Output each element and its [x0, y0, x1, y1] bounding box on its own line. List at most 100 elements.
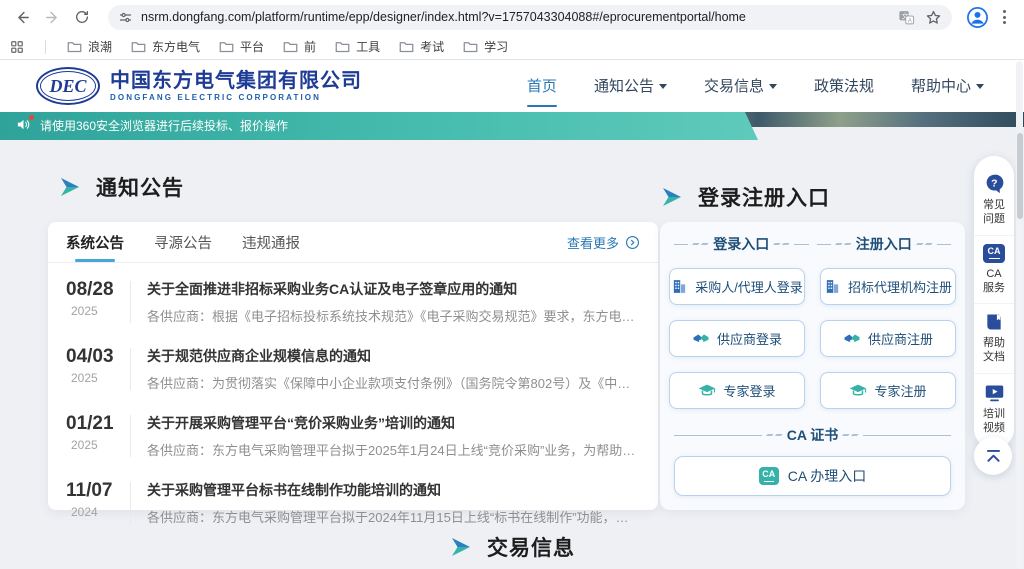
apps-grid-icon[interactable]: [10, 40, 24, 54]
announcement-row[interactable]: 11/07 2024 关于采购管理平台标书在线制作功能培训的通知 各供应商：东方…: [66, 469, 640, 536]
question-bubble-icon: ?: [984, 173, 1005, 194]
browser-chrome: nsrm.dongfang.com/platform/runtime/epp/d…: [0, 0, 1024, 60]
announcement-list: 08/28 2025 关于全面推进非招标采购业务CA认证及电子签章应用的通知 各…: [48, 263, 658, 536]
bookmark-label[interactable]: 工具: [356, 38, 380, 55]
buyer-agent-login-button[interactable]: 采购人/代理人登录: [669, 268, 805, 305]
bookmark-folder[interactable]: 学习: [463, 38, 508, 55]
translate-icon[interactable]: 文A: [898, 9, 915, 26]
nav-label: 交易信息: [704, 75, 764, 96]
arrow-up-icon: [984, 447, 1003, 466]
bookmark-label[interactable]: 学习: [484, 38, 508, 55]
handshake-icon: [692, 330, 710, 348]
nav-help-center[interactable]: 帮助中心: [911, 75, 984, 98]
dropdown-caret-icon: [976, 84, 984, 89]
view-more-link[interactable]: 查看更多: [567, 233, 640, 252]
announcement-title[interactable]: 关于全面推进非招标采购业务CA认证及电子签章应用的通知: [147, 279, 640, 299]
page: nsrm.dongfang.com/platform/runtime/epp/d…: [0, 0, 1024, 569]
announcement-title[interactable]: 关于开展采购管理平台“竞价采购业务”培训的通知: [147, 413, 640, 433]
nav-label: 首页: [527, 75, 557, 96]
divider: [130, 281, 131, 323]
divider: [130, 348, 131, 390]
section-arrow-icon: [449, 535, 473, 559]
bookmark-label[interactable]: 东方电气: [152, 38, 200, 55]
bookmark-label[interactable]: 前: [304, 38, 316, 55]
notice-bar-text: 请使用360安全浏览器进行后续投标、报价操作: [40, 117, 288, 134]
divider: [130, 415, 131, 457]
tab-sourcing-announcements[interactable]: 寻源公告: [154, 222, 212, 262]
nav-label: 帮助中心: [911, 75, 971, 96]
ca-service-item[interactable]: CA CA 服务: [974, 235, 1014, 304]
tab-violation-reports[interactable]: 违规通报: [242, 222, 300, 262]
announcement-desc: 各供应商：东方电气采购管理平台拟于2025年1月24日上线“竞价采购”业务，为帮…: [147, 440, 640, 459]
announcement-row[interactable]: 04/03 2025 关于规范供应商企业规模信息的通知 各供应商：为贯彻落实《保…: [66, 335, 640, 402]
help-docs-item[interactable]: 帮助文档: [974, 303, 1014, 373]
bookmark-folder[interactable]: 工具: [335, 38, 380, 55]
dropdown-caret-icon: [769, 84, 777, 89]
nav-label: 政策法规: [814, 75, 874, 96]
nav-policies[interactable]: 政策法规: [814, 75, 874, 98]
nav-home[interactable]: 首页: [527, 75, 557, 98]
url-bar[interactable]: nsrm.dongfang.com/platform/runtime/epp/d…: [108, 5, 952, 30]
announcement-title[interactable]: 关于规范供应商企业规模信息的通知: [147, 346, 640, 366]
profile-avatar-icon[interactable]: [966, 6, 989, 29]
expert-register-button[interactable]: 专家注册: [820, 372, 956, 409]
tab-system-announcements[interactable]: 系统公告: [66, 222, 124, 262]
site-settings-icon[interactable]: [118, 10, 133, 25]
trade-info-section-title: 交易信息: [449, 532, 575, 562]
dec-logo-icon: DEC: [36, 67, 100, 105]
nav-trade-info[interactable]: 交易信息: [704, 75, 777, 98]
nav-label: 通知公告: [594, 75, 654, 96]
building-icon: [671, 278, 688, 295]
expert-login-button[interactable]: 专家登录: [669, 372, 805, 409]
main-nav: 首页 通知公告 交易信息 政策法规 帮助中心: [527, 60, 984, 112]
bookmark-label[interactable]: 浪潮: [88, 38, 112, 55]
forward-icon[interactable]: [40, 5, 64, 29]
browser-toolbar: nsrm.dongfang.com/platform/runtime/epp/d…: [0, 0, 1024, 34]
bookmark-star-icon[interactable]: [925, 9, 942, 26]
bookmark-label[interactable]: 平台: [240, 38, 264, 55]
bookmark-folder[interactable]: 平台: [219, 38, 264, 55]
bookmark-folder[interactable]: 考试: [399, 38, 444, 55]
section-arrow-icon: [58, 175, 82, 199]
url-text[interactable]: nsrm.dongfang.com/platform/runtime/epp/d…: [141, 10, 898, 24]
graduation-cap-icon: [698, 382, 716, 400]
bookmark-folder[interactable]: 前: [283, 38, 316, 55]
bookmark-folder[interactable]: 浪潮: [67, 38, 112, 55]
nav-announcements[interactable]: 通知公告: [594, 75, 667, 98]
training-videos-item[interactable]: 培训视频: [974, 373, 1014, 444]
bidding-agency-register-button[interactable]: 招标代理机构注册: [820, 268, 956, 305]
page-scrollbar[interactable]: [1016, 61, 1023, 569]
bookmarks-bar: 浪潮 东方电气 平台 前 工具 考试: [0, 34, 1024, 59]
company-logo[interactable]: DEC 中国东方电气集团有限公司 DONGFANG ELECTRIC CORPO…: [36, 67, 362, 105]
announcement-desc: 各供应商：东方电气采购管理平台拟于2024年11月15日上线“标书在线制作”功能…: [147, 507, 640, 526]
browser-menu-icon[interactable]: [999, 6, 1010, 28]
divider: [130, 482, 131, 524]
announcements-section-title: 通知公告: [58, 172, 184, 202]
announcements-card: 系统公告 寻源公告 违规通报 查看更多 08/28 2025 关于全面: [48, 222, 658, 510]
faq-item[interactable]: ? 常见问题: [974, 165, 1014, 235]
reload-icon[interactable]: [70, 5, 94, 29]
logo-text: DEC: [49, 76, 86, 97]
login-section-title: 登录注册入口: [660, 182, 830, 212]
announcement-desc: 各供应商：为贯彻落实《保障中小企业款项支付条例》（国务院令第802号）及《中小企…: [147, 373, 640, 392]
login-column-header: 登录入口: [670, 234, 813, 254]
scrollbar-thumb[interactable]: [1017, 133, 1023, 219]
ca-card-icon: CA: [759, 467, 779, 485]
announcement-title[interactable]: 关于采购管理平台标书在线制作功能培训的通知: [147, 480, 640, 500]
svg-text:A: A: [908, 18, 912, 24]
supplier-login-button[interactable]: 供应商登录: [669, 320, 805, 357]
announcement-date: 01/21 2025: [66, 413, 126, 452]
ca-apply-button[interactable]: CA CA 办理入口: [674, 456, 951, 496]
bookmark-label[interactable]: 考试: [420, 38, 444, 55]
back-icon[interactable]: [10, 5, 34, 29]
back-to-top-button[interactable]: [974, 437, 1012, 475]
browser-notice-bar: 请使用360安全浏览器进行后续投标、报价操作: [0, 110, 758, 140]
supplier-register-button[interactable]: 供应商注册: [820, 320, 956, 357]
announcement-tabs: 系统公告 寻源公告 违规通报 查看更多: [48, 222, 658, 263]
site-header: DEC 中国东方电气集团有限公司 DONGFANG ELECTRIC CORPO…: [0, 60, 1024, 112]
company-name-en: DONGFANG ELECTRIC CORPORATION: [110, 93, 362, 102]
announcement-row[interactable]: 08/28 2025 关于全面推进非招标采购业务CA认证及电子签章应用的通知 各…: [66, 268, 640, 335]
section-arrow-icon: [660, 185, 684, 209]
announcement-row[interactable]: 01/21 2025 关于开展采购管理平台“竞价采购业务”培训的通知 各供应商：…: [66, 402, 640, 469]
bookmark-folder[interactable]: 东方电气: [131, 38, 200, 55]
